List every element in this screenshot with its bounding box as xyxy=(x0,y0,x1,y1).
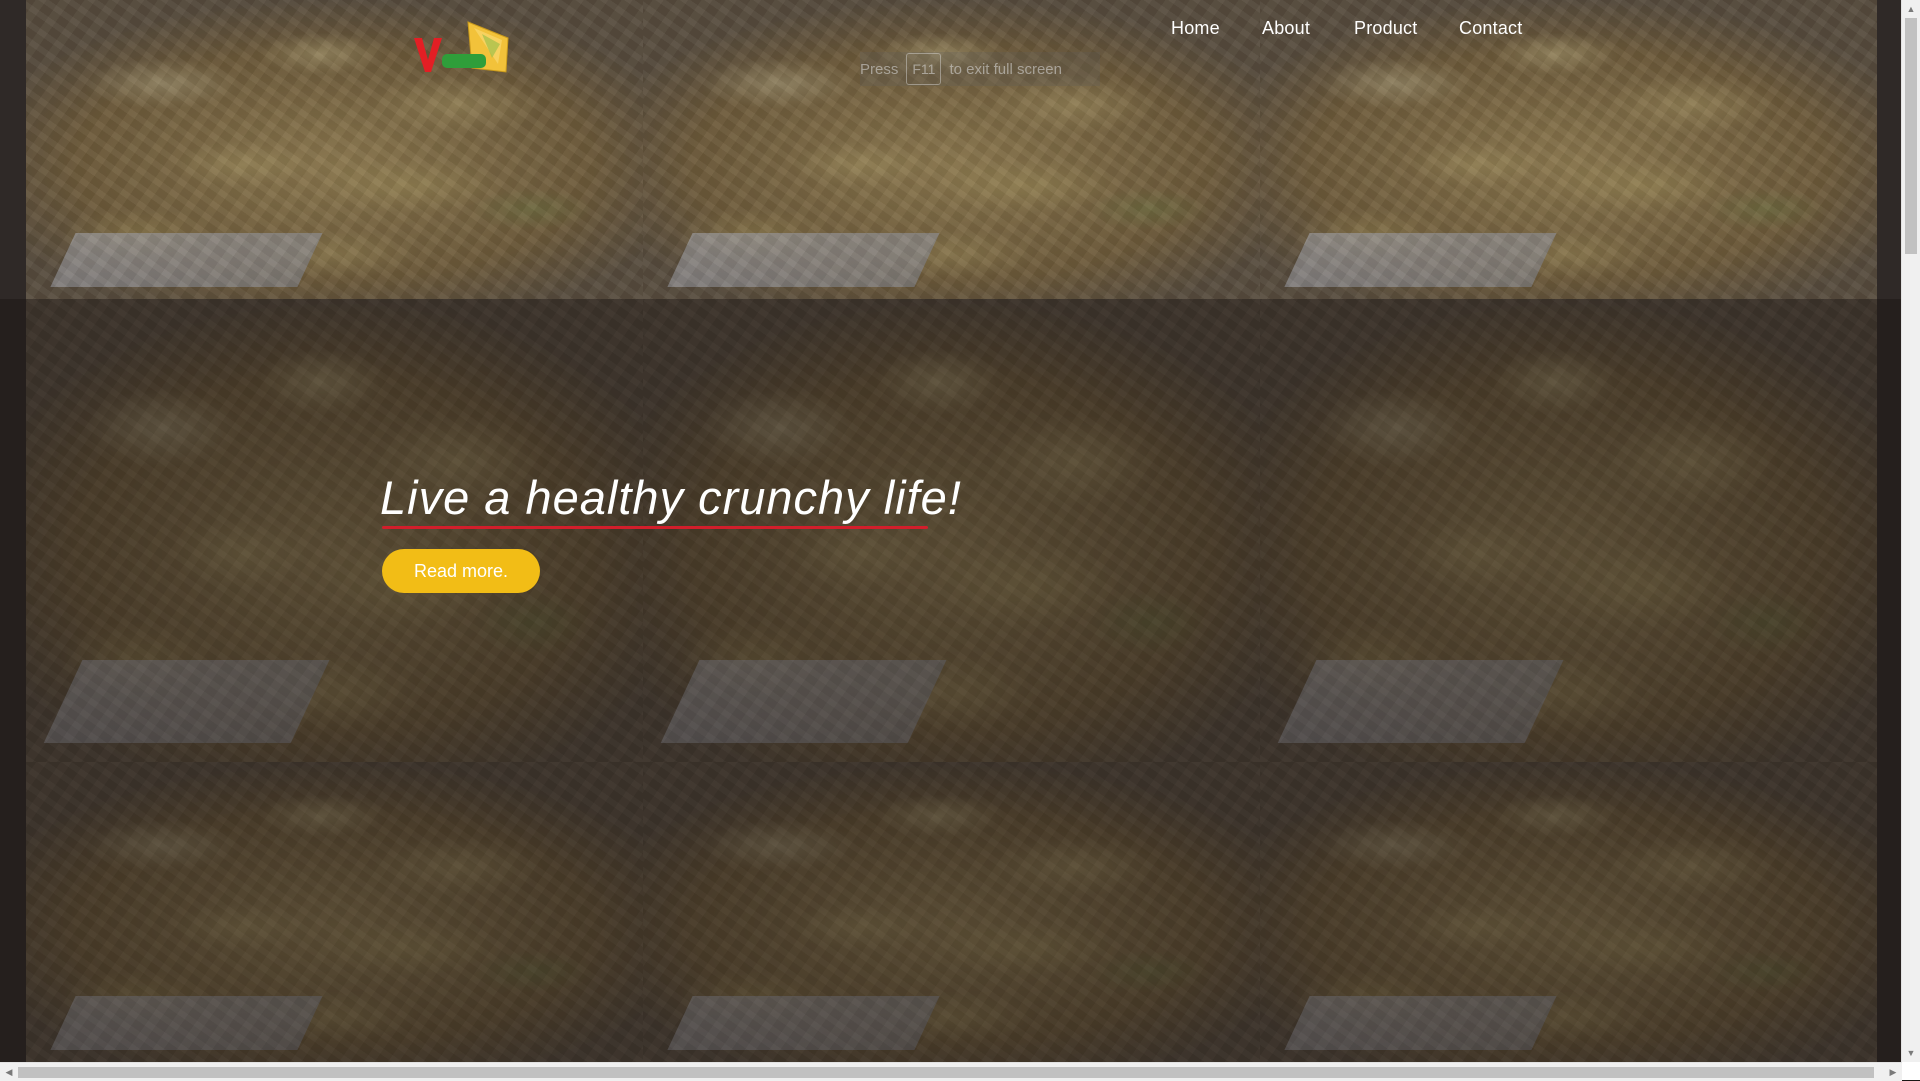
nav-link-home[interactable]: Home xyxy=(1171,18,1220,39)
fullscreen-notice-prefix: Press xyxy=(860,60,899,78)
triangle-down-icon[interactable]: ▼ xyxy=(1902,1044,1920,1062)
fullscreen-notice: Press F11 to exit full screen xyxy=(860,52,1100,86)
triangle-left-icon[interactable]: ◀ xyxy=(0,1063,18,1081)
nav-link-about[interactable]: About xyxy=(1262,18,1310,39)
horizontal-scrollbar[interactable]: ◀ ▶ xyxy=(0,1062,1902,1081)
page-viewport: Home About Product Contact Press F11 to … xyxy=(0,0,1902,1062)
lower-overlay xyxy=(0,762,1902,1062)
hero-overlay xyxy=(0,299,1902,762)
triangle-up-icon[interactable]: ▲ xyxy=(1902,0,1920,18)
horizontal-scrollbar-thumb[interactable] xyxy=(18,1067,1874,1078)
scrollbar-corner xyxy=(1902,1062,1920,1080)
vertical-scrollbar[interactable]: ▲ ▼ xyxy=(1901,0,1920,1062)
main-navigation: Home About Product Contact xyxy=(0,18,1902,48)
hero-title-underline xyxy=(382,526,928,529)
triangle-right-icon[interactable]: ▶ xyxy=(1884,1063,1902,1081)
vertical-scrollbar-thumb[interactable] xyxy=(1905,18,1917,254)
fullscreen-notice-suffix: to exit full screen xyxy=(949,60,1062,78)
nav-link-contact[interactable]: Contact xyxy=(1459,18,1522,39)
fullscreen-key-badge: F11 xyxy=(906,53,942,85)
hero-title: Live a healthy crunchy life! xyxy=(380,471,962,524)
nav-link-product[interactable]: Product xyxy=(1354,18,1417,39)
read-more-button[interactable]: Read more. xyxy=(382,549,540,593)
